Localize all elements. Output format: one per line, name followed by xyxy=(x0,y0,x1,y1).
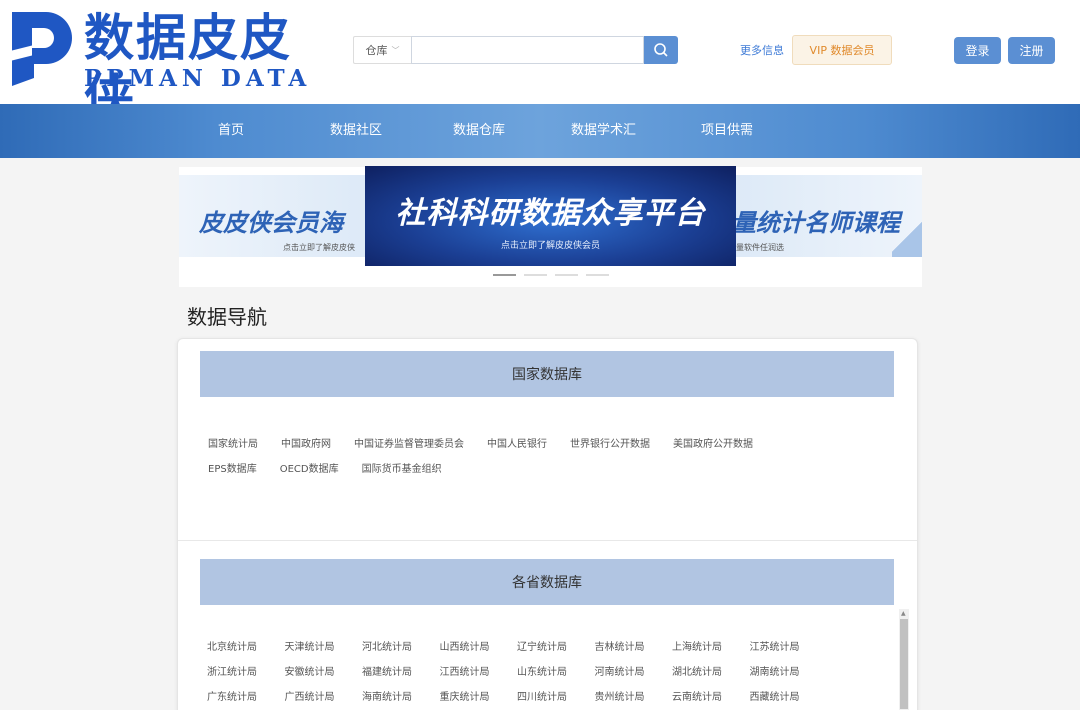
db-link[interactable]: 湖北统计局 xyxy=(672,666,750,680)
nav-item-home[interactable]: 首页 xyxy=(218,104,244,158)
banner-slide-prev[interactable]: 皮皮侠会员海 点击立即了解皮皮侠 xyxy=(179,175,379,257)
db-link[interactable]: 山东统计局 xyxy=(517,666,595,680)
db-link[interactable]: 江西统计局 xyxy=(440,666,518,680)
national-db-links-row2: EPS数据库 OECD数据库 国际货币基金组织 xyxy=(208,460,465,475)
db-link[interactable]: 广西统计局 xyxy=(285,691,363,705)
more-info-link[interactable]: 更多信息 xyxy=(740,42,784,58)
banner-slide-active[interactable]: 社科科研数据众享平台 点击立即了解皮皮侠会员 xyxy=(365,166,736,266)
logo-subtitle: PPMAN DATA xyxy=(84,65,312,92)
db-link[interactable]: 四川统计局 xyxy=(517,691,595,705)
site-logo[interactable]: 数据皮皮侠 PPMAN DATA xyxy=(6,8,336,127)
db-link[interactable]: 国际货币基金组织 xyxy=(362,460,442,475)
banner-slide-next-sub: 量软件任润选 xyxy=(736,243,784,252)
banner-slide-active-sub: 点击立即了解皮皮侠会员 xyxy=(500,241,600,251)
banner-carousel: 皮皮侠会员海 点击立即了解皮皮侠 量统计名师课程 量软件任润选 社科科研数据众享… xyxy=(179,166,922,287)
db-link[interactable]: EPS数据库 xyxy=(208,460,257,475)
db-link[interactable]: 湖南统计局 xyxy=(750,666,828,680)
db-link[interactable]: OECD数据库 xyxy=(280,460,339,475)
db-link[interactable]: 河北统计局 xyxy=(362,641,440,655)
db-link[interactable]: 福建统计局 xyxy=(362,666,440,680)
db-link[interactable]: 中国证券监督管理委员会 xyxy=(354,435,464,450)
db-link[interactable]: 北京统计局 xyxy=(207,641,285,655)
banner-slide-next-title: 量统计名师课程 xyxy=(732,209,900,237)
banner-slide-next[interactable]: 量统计名师课程 量软件任润选 xyxy=(722,175,922,257)
db-link[interactable]: 广东统计局 xyxy=(207,691,285,705)
nav-item-community[interactable]: 数据社区 xyxy=(330,104,382,158)
db-link[interactable]: 美国政府公开数据 xyxy=(673,435,753,450)
chevron-down-icon: ﹀ xyxy=(391,45,400,55)
section-divider xyxy=(178,540,917,541)
site-header: 数据皮皮侠 PPMAN DATA 仓库 ﹀ 更多信息 VIP 数据会员 登录 注… xyxy=(0,0,1080,127)
search-category-select[interactable]: 仓库 ﹀ xyxy=(353,36,411,64)
nav-item-academic[interactable]: 数据学术汇 xyxy=(571,104,636,158)
register-button[interactable]: 注册 xyxy=(1008,37,1055,64)
db-link[interactable]: 贵州统计局 xyxy=(595,691,673,705)
search-input[interactable] xyxy=(411,36,644,64)
search-button[interactable] xyxy=(644,36,678,64)
db-link[interactable]: 上海统计局 xyxy=(672,641,750,655)
carousel-dot[interactable] xyxy=(586,274,609,276)
db-link[interactable]: 重庆统计局 xyxy=(440,691,518,705)
scroll-thumb[interactable] xyxy=(900,619,908,709)
logo-p-icon xyxy=(6,12,72,86)
db-link[interactable]: 云南统计局 xyxy=(672,691,750,705)
login-button[interactable]: 登录 xyxy=(954,37,1001,64)
search-category-label: 仓库 xyxy=(365,44,388,57)
db-link[interactable]: 海南统计局 xyxy=(362,691,440,705)
db-link[interactable]: 辽宁统计局 xyxy=(517,641,595,655)
carousel-dot[interactable] xyxy=(524,274,547,276)
db-link[interactable]: 河南统计局 xyxy=(595,666,673,680)
db-link[interactable]: 吉林统计局 xyxy=(595,641,673,655)
db-link[interactable]: 中国政府网 xyxy=(281,435,331,450)
carousel-dot[interactable] xyxy=(555,274,578,276)
main-nav: 首页 数据社区 数据仓库 数据学术汇 项目供需 xyxy=(0,104,1080,158)
db-link[interactable]: 江苏统计局 xyxy=(750,641,828,655)
db-link[interactable]: 世界银行公开数据 xyxy=(570,435,650,450)
national-db-header: 国家数据库 xyxy=(200,351,894,397)
db-link[interactable]: 中国人民银行 xyxy=(487,435,547,450)
db-link[interactable]: 天津统计局 xyxy=(285,641,363,655)
carousel-dot[interactable] xyxy=(493,274,516,276)
banner-slide-prev-title: 皮皮侠会员海 xyxy=(199,209,343,237)
scrollbar[interactable]: ▲ xyxy=(899,609,909,710)
nav-item-projects[interactable]: 项目供需 xyxy=(701,104,753,158)
section-title: 数据导航 xyxy=(187,305,267,329)
banner-slide-active-title: 社科科研数据众享平台 xyxy=(395,196,706,231)
nav-item-warehouse[interactable]: 数据仓库 xyxy=(453,104,505,158)
db-link[interactable]: 国家统计局 xyxy=(208,435,258,450)
search-bar: 仓库 ﹀ xyxy=(353,36,678,64)
db-link[interactable]: 西藏统计局 xyxy=(750,691,828,705)
banner-slide-prev-sub: 点击立即了解皮皮侠 xyxy=(283,243,355,252)
scroll-up-arrow-icon[interactable]: ▲ xyxy=(901,610,906,617)
search-icon xyxy=(654,43,668,57)
db-link[interactable]: 安徽统计局 xyxy=(285,666,363,680)
db-link[interactable]: 浙江统计局 xyxy=(207,666,285,680)
db-link[interactable]: 山西统计局 xyxy=(440,641,518,655)
vip-member-button[interactable]: VIP 数据会员 xyxy=(792,35,892,65)
provincial-db-grid: 北京统计局 天津统计局 河北统计局 山西统计局 辽宁统计局 吉林统计局 上海统计… xyxy=(207,641,847,705)
national-db-links-row1: 国家统计局 中国政府网 中国证券监督管理委员会 中国人民银行 世界银行公开数据 … xyxy=(208,435,776,450)
carousel-indicators xyxy=(493,274,609,276)
provincial-db-header: 各省数据库 xyxy=(200,559,894,605)
